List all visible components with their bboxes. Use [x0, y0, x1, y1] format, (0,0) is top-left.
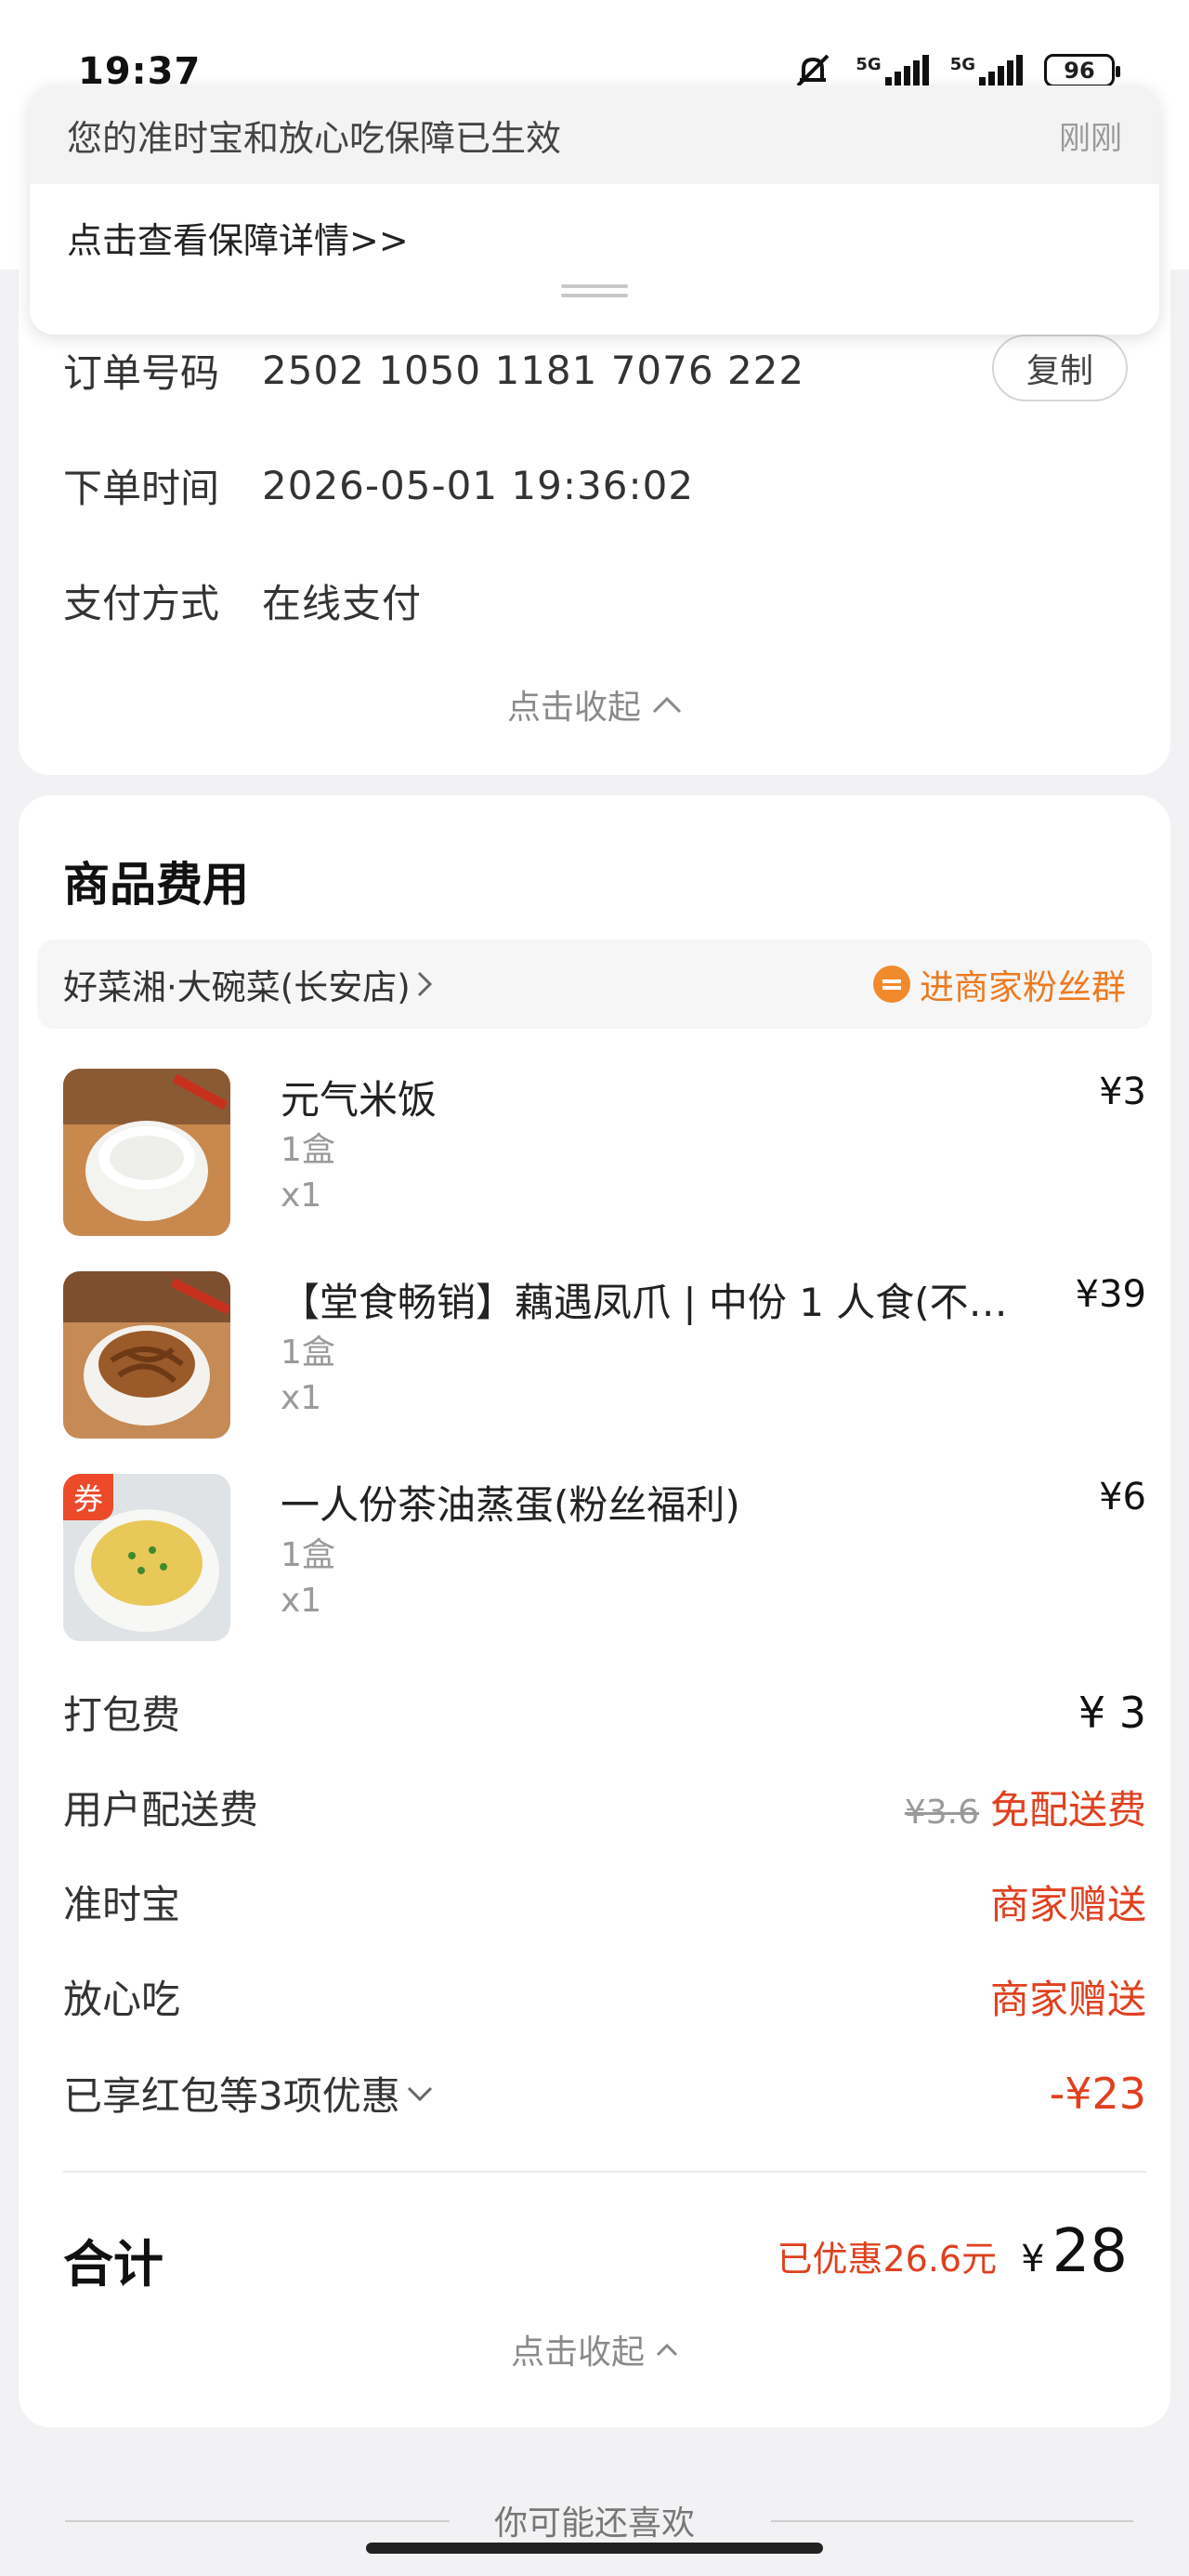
system-icons: 5G 5G 96: [790, 52, 1120, 89]
order-item[interactable]: 券 一人份茶油蒸蛋(粉丝福利) 1盒 x1 ¥6: [63, 1474, 1146, 1641]
signal-icon-2: 5G: [950, 55, 1024, 86]
shop-link[interactable]: 好菜湘·大碗菜(长安店): [63, 959, 433, 1009]
item-quantity: x1: [281, 1176, 322, 1215]
chevron-right-icon: [417, 971, 432, 997]
order-number-value: 2502 1050 1181 7076 222: [262, 348, 805, 393]
safe-eat-value: 商家赠送: [989, 1977, 1146, 2022]
payment-method-row: 支付方式 在线支付: [63, 572, 422, 629]
delivery-fee-label: 用户配送费: [63, 1787, 259, 1833]
notification-link[interactable]: 点击查看保障详情>>: [30, 184, 1159, 286]
network-label-1: 5G: [856, 55, 882, 74]
order-item[interactable]: 【堂食畅销】藕遇凤爪 | 中份 1 人食(不含米饭) 1盒 x1 ¥39: [63, 1271, 1146, 1439]
chevron-up-icon: [656, 2343, 678, 2357]
item-spec: 1盒: [281, 1536, 335, 1574]
ontime-guarantee-value: 商家赠送: [989, 1882, 1146, 1927]
packing-fee-label: 打包费: [63, 1692, 181, 1738]
order-number-row: 订单号码 2502 1050 1181 7076 222: [63, 342, 804, 399]
battery-icon: 96: [1044, 54, 1120, 87]
fee-card: 商品费用 好菜湘·大碗菜(长安店) 进商家粉丝群 元气米饭 1盒 x1 ¥3 【…: [19, 795, 1170, 2427]
divider: [771, 2520, 1133, 2522]
battery-level: 96: [1064, 58, 1095, 84]
chicken-feet-image: [63, 1271, 230, 1439]
safe-eat-row: 放心吃 商家赠送: [63, 1968, 1146, 2025]
order-number-label: 订单号码: [63, 350, 220, 396]
notification-time: 刚刚: [1059, 119, 1122, 157]
delivery-fee-value: 免配送费: [989, 1787, 1146, 1833]
packing-fee-row: 打包费 ¥ 3: [63, 1684, 1146, 1741]
signal-icon-1: 5G: [856, 55, 929, 86]
fee-collapse-toggle[interactable]: 点击收起: [19, 2325, 1170, 2373]
safe-eat-label: 放心吃: [63, 1977, 181, 2022]
fee-collapse-label: 点击收起: [510, 2333, 645, 2372]
total-label: 合计: [63, 2235, 163, 2293]
total-saved: 已优惠26.6元: [777, 2239, 998, 2280]
item-price: ¥39: [1075, 1273, 1146, 1316]
ontime-guarantee-label: 准时宝: [63, 1882, 181, 1927]
ontime-guarantee-row: 准时宝 商家赠送: [63, 1873, 1146, 1930]
order-item[interactable]: 元气米饭 1盒 x1 ¥3: [63, 1069, 1146, 1236]
notification-header: 您的准时宝和放心吃保障已生效 刚刚: [30, 85, 1159, 184]
item-name: 【堂食畅销】藕遇凤爪 | 中份 1 人食(不含米饭): [281, 1280, 1042, 1325]
item-spec: 1盒: [281, 1334, 335, 1372]
payment-method-value: 在线支付: [262, 581, 423, 626]
total-amount: ¥28: [1021, 2217, 1128, 2286]
fan-group-button[interactable]: 进商家粉丝群: [873, 959, 1126, 1009]
payment-method-label: 支付方式: [63, 581, 220, 626]
total-summary: 已优惠26.6元 ¥28: [777, 2217, 1128, 2286]
discount-row[interactable]: 已享红包等3项优惠 -¥23: [63, 2065, 1146, 2122]
chevron-down-icon: [407, 2086, 432, 2101]
divider: [63, 2171, 1146, 2173]
home-indicator[interactable]: [366, 2543, 823, 2554]
shop-bar: 好菜湘·大碗菜(长安店) 进商家粉丝群: [37, 940, 1152, 1029]
order-collapse-label: 点击收起: [506, 689, 641, 727]
mute-icon: [796, 54, 830, 87]
order-time-row: 下单时间 2026-05-01 19:36:02: [63, 457, 694, 514]
item-name: 一人份茶油蒸蛋(粉丝福利): [281, 1482, 740, 1528]
item-price: ¥3: [1099, 1071, 1146, 1113]
notification-banner[interactable]: 您的准时宝和放心吃保障已生效 刚刚 点击查看保障详情>>: [30, 85, 1159, 335]
item-quantity: x1: [281, 1379, 322, 1417]
packing-fee-value: ¥ 3: [1078, 1687, 1146, 1738]
total-currency: ¥: [1021, 2238, 1045, 2280]
rice-image: [63, 1069, 230, 1236]
item-name: 元气米饭: [281, 1077, 438, 1123]
fan-group-label: 进商家粉丝群: [920, 967, 1126, 1007]
chevron-up-icon: [652, 696, 682, 714]
network-label-2: 5G: [949, 55, 975, 74]
delivery-fee-row: 用户配送费 ¥3.6 免配送费: [63, 1779, 1146, 1835]
total-value: 28: [1052, 2217, 1128, 2286]
chat-bubble-icon: [873, 966, 910, 1003]
notification-drag-handle[interactable]: [561, 284, 628, 297]
item-spec: 1盒: [281, 1131, 335, 1169]
fee-section-title: 商品费用: [63, 858, 249, 912]
order-collapse-toggle[interactable]: 点击收起: [19, 680, 1170, 729]
shop-name: 好菜湘·大碗菜(长安店): [63, 967, 411, 1007]
coupon-badge: 券: [63, 1474, 113, 1520]
item-quantity: x1: [281, 1582, 322, 1620]
notification-title: 您的准时宝和放心吃保障已生效: [67, 117, 562, 159]
order-time-label: 下单时间: [63, 466, 220, 511]
copy-button[interactable]: 复制: [992, 335, 1128, 401]
discount-label: 已享红包等3项优惠: [63, 2073, 400, 2119]
discount-value: -¥23: [1049, 2068, 1146, 2119]
order-time-value: 2026-05-01 19:36:02: [262, 463, 695, 508]
item-price: ¥6: [1099, 1476, 1146, 1518]
delivery-fee-original: ¥3.6: [904, 1794, 979, 1832]
